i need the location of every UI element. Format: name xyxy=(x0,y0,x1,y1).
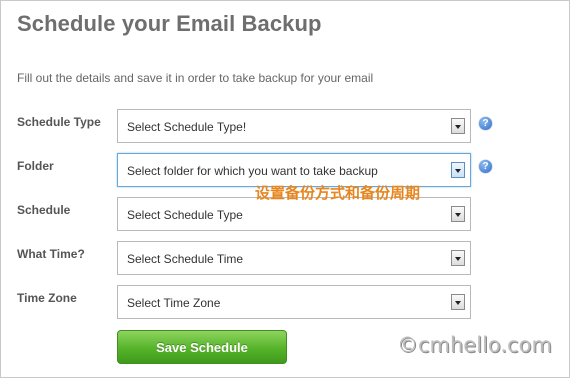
dropdown-arrow-icon[interactable] xyxy=(451,206,465,222)
page-title: Schedule your Email Backup xyxy=(17,11,322,36)
schedule-label: Schedule xyxy=(17,203,71,217)
help-icon[interactable]: ? xyxy=(479,117,492,130)
what-time-label: What Time? xyxy=(17,247,85,261)
what-time-value: Select Schedule Time xyxy=(127,252,244,266)
dropdown-arrow-icon[interactable] xyxy=(451,162,465,178)
folder-value: Select folder for which you want to take… xyxy=(127,164,378,178)
page-description: Fill out the details and save it in orde… xyxy=(17,71,374,85)
time-zone-value: Select Time Zone xyxy=(127,296,221,310)
watermark: ©cmhello.com xyxy=(397,333,552,357)
save-schedule-button[interactable]: Save Schedule xyxy=(117,330,287,364)
dropdown-arrow-icon[interactable] xyxy=(451,118,465,134)
folder-label: Folder xyxy=(17,159,54,173)
dropdown-arrow-icon[interactable] xyxy=(451,250,465,266)
schedule-type-value: Select Schedule Type! xyxy=(127,120,247,134)
schedule-type-label: Schedule Type xyxy=(17,115,101,129)
time-zone-label: Time Zone xyxy=(17,291,77,305)
schedule-value: Select Schedule Type xyxy=(127,208,243,222)
schedule-type-select[interactable]: Select Schedule Type! xyxy=(117,109,471,143)
what-time-select[interactable]: Select Schedule Time xyxy=(117,241,471,275)
dropdown-arrow-icon[interactable] xyxy=(451,294,465,310)
schedule-backup-panel: Schedule your Email Backup Fill out the … xyxy=(0,0,570,378)
folder-select[interactable]: Select folder for which you want to take… xyxy=(117,153,471,187)
chinese-annotation: 设置备份方式和备份周期 xyxy=(255,184,421,202)
time-zone-select[interactable]: Select Time Zone xyxy=(117,285,471,319)
help-icon[interactable]: ? xyxy=(479,160,492,173)
